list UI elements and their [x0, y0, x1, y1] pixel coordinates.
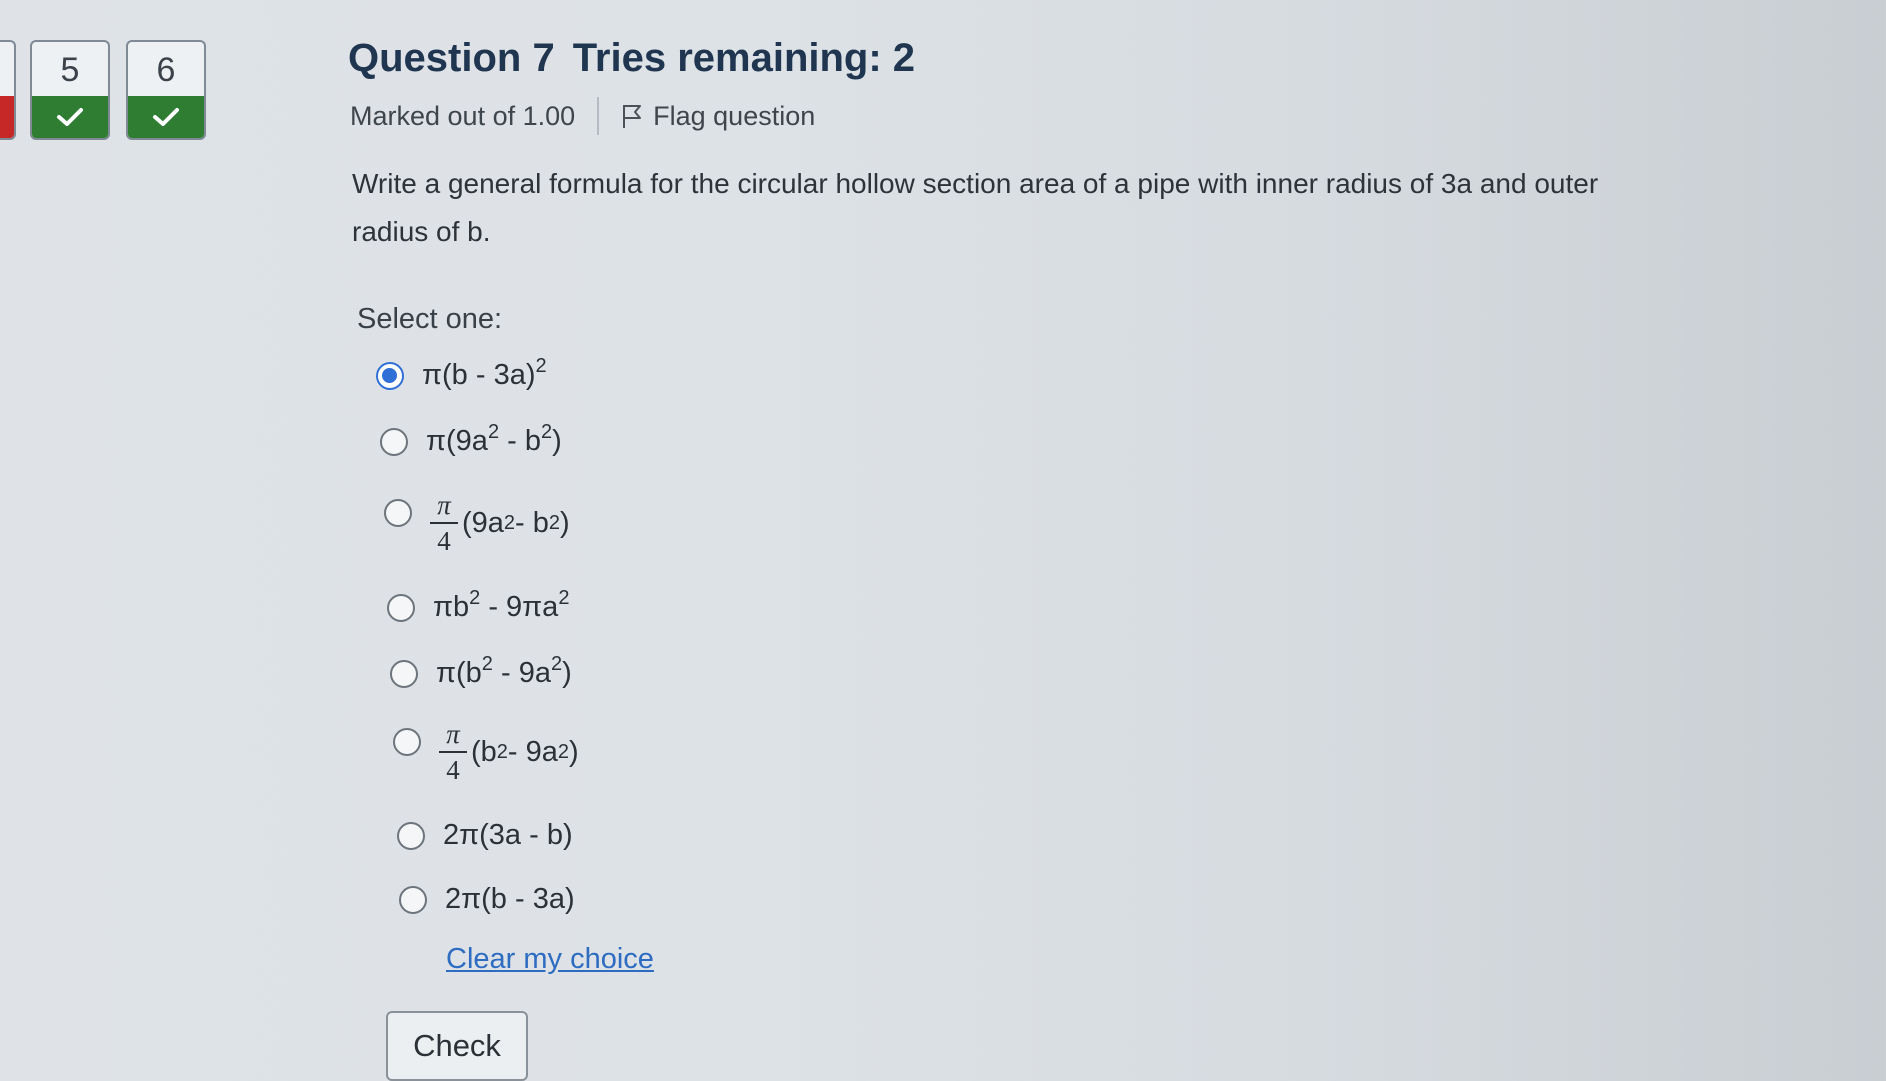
answer-option-3[interactable]: π 4 (9a 2 - b 2): [384, 490, 570, 556]
clear-choice-link[interactable]: Clear my choice: [446, 943, 654, 976]
correct-status: [128, 96, 204, 138]
radio-button[interactable]: [399, 885, 427, 914]
radio-button[interactable]: [380, 427, 408, 456]
question-number: Question 7: [348, 36, 555, 80]
incorrect-status: [0, 96, 14, 138]
answer-option-label: 2π(b - 3a): [445, 883, 575, 915]
radio-button[interactable]: [390, 659, 418, 688]
answer-option-2[interactable]: π(9a2 - b2): [380, 421, 562, 458]
answer-option-7[interactable]: 2π(3a - b): [397, 819, 573, 852]
answer-option-label: π(b2 - 9a2): [436, 653, 572, 689]
radio-button[interactable]: [387, 593, 415, 622]
check-button[interactable]: Check: [386, 1011, 528, 1081]
question-nav-number: 5: [60, 51, 80, 89]
answer-option-5[interactable]: π(b2 - 9a2): [390, 653, 572, 690]
answer-option-label: π 4 (b 2 - 9a 2): [439, 719, 579, 785]
answer-option-8[interactable]: 2π(b - 3a): [399, 883, 575, 916]
flag-question-label: Flag question: [653, 100, 816, 131]
question-nav-number: 6: [156, 51, 176, 89]
flag-icon: [623, 105, 642, 128]
question-heading: Question 7 Tries remaining: 2: [348, 36, 915, 81]
answer-option-label: π(b - 3a)2: [422, 355, 547, 391]
radio-button[interactable]: [397, 821, 425, 850]
question-info: Marked out of 1.00 Flag question: [350, 96, 815, 136]
check-icon: [57, 108, 83, 126]
select-one-prompt: Select one:: [357, 303, 503, 335]
answer-option-1[interactable]: π(b - 3a)2: [376, 355, 547, 392]
question-nav-tile-5[interactable]: 5: [30, 40, 110, 140]
correct-status: [32, 96, 108, 138]
marked-out-text: Marked out of 1.00: [350, 100, 576, 131]
answer-option-label: π(9a2 - b2): [426, 421, 562, 457]
flag-question-link[interactable]: Flag question: [621, 101, 815, 132]
question-text: Write a general formula for the circular…: [352, 168, 1599, 247]
answer-option-4[interactable]: πb2 - 9πa2: [387, 587, 570, 624]
radio-button[interactable]: [376, 361, 404, 390]
answer-option-label: πb2 - 9πa2: [433, 587, 570, 623]
question-nav-tile-6[interactable]: 6: [126, 40, 206, 140]
answer-option-label: 2π(3a - b): [443, 819, 573, 851]
tries-remaining: Tries remaining: 2: [572, 36, 916, 80]
answer-option-label: π 4 (9a 2 - b 2): [430, 490, 570, 556]
question-nav-tile-partial[interactable]: [0, 40, 16, 140]
answer-option-6[interactable]: π 4 (b 2 - 9a 2): [393, 719, 579, 785]
radio-button[interactable]: [384, 499, 412, 527]
check-icon: [153, 108, 179, 126]
radio-button[interactable]: [393, 728, 421, 756]
divider: [597, 97, 600, 135]
